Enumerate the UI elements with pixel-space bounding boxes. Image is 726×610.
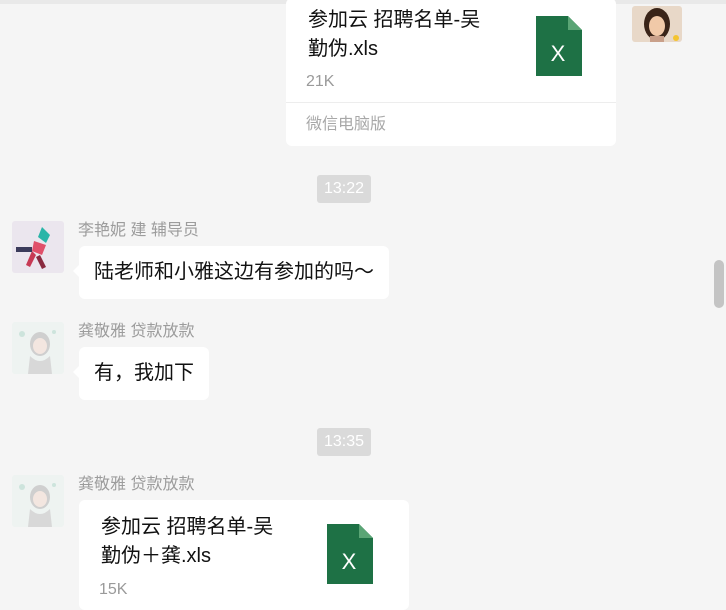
sender-name: 李艳妮 建 辅导员 xyxy=(78,222,199,239)
scrollbar-thumb[interactable] xyxy=(714,260,724,308)
file-size: 15K xyxy=(99,581,128,598)
message-bubble[interactable]: 陆老师和小雅这边有参加的吗～ xyxy=(73,246,389,299)
svg-text:X: X xyxy=(342,549,357,574)
timestamp: 13:35 xyxy=(317,428,372,456)
outgoing-file-card[interactable]: 参加云 招聘名单-吴 勤伪.xls 21K X 微信电脑版 xyxy=(286,0,616,146)
sender-name: 龚敬雅 贷款放款 xyxy=(78,476,195,493)
card-divider xyxy=(286,102,616,103)
my-avatar[interactable] xyxy=(632,6,682,42)
svg-text:X: X xyxy=(551,41,566,66)
sender-avatar[interactable] xyxy=(12,221,64,273)
sender-name: 龚敬雅 贷款放款 xyxy=(78,323,195,340)
timestamp: 13:22 xyxy=(317,175,372,203)
file-source-label: 微信电脑版 xyxy=(306,116,387,133)
sender-avatar[interactable] xyxy=(12,475,64,527)
file-size: 21K xyxy=(306,73,335,90)
excel-file-icon: X xyxy=(327,524,373,584)
file-name: 参加云 招聘名单-吴 勤伪＋龚.xls xyxy=(101,516,274,567)
file-name: 参加云 招聘名单-吴 勤伪.xls xyxy=(308,9,481,60)
excel-file-icon: X xyxy=(536,16,582,76)
message-bubble[interactable]: 有，我加下 xyxy=(73,347,209,400)
incoming-file-card[interactable]: 参加云 招聘名单-吴 勤伪＋龚.xls 15K X xyxy=(79,500,409,610)
sender-avatar[interactable] xyxy=(12,322,64,374)
